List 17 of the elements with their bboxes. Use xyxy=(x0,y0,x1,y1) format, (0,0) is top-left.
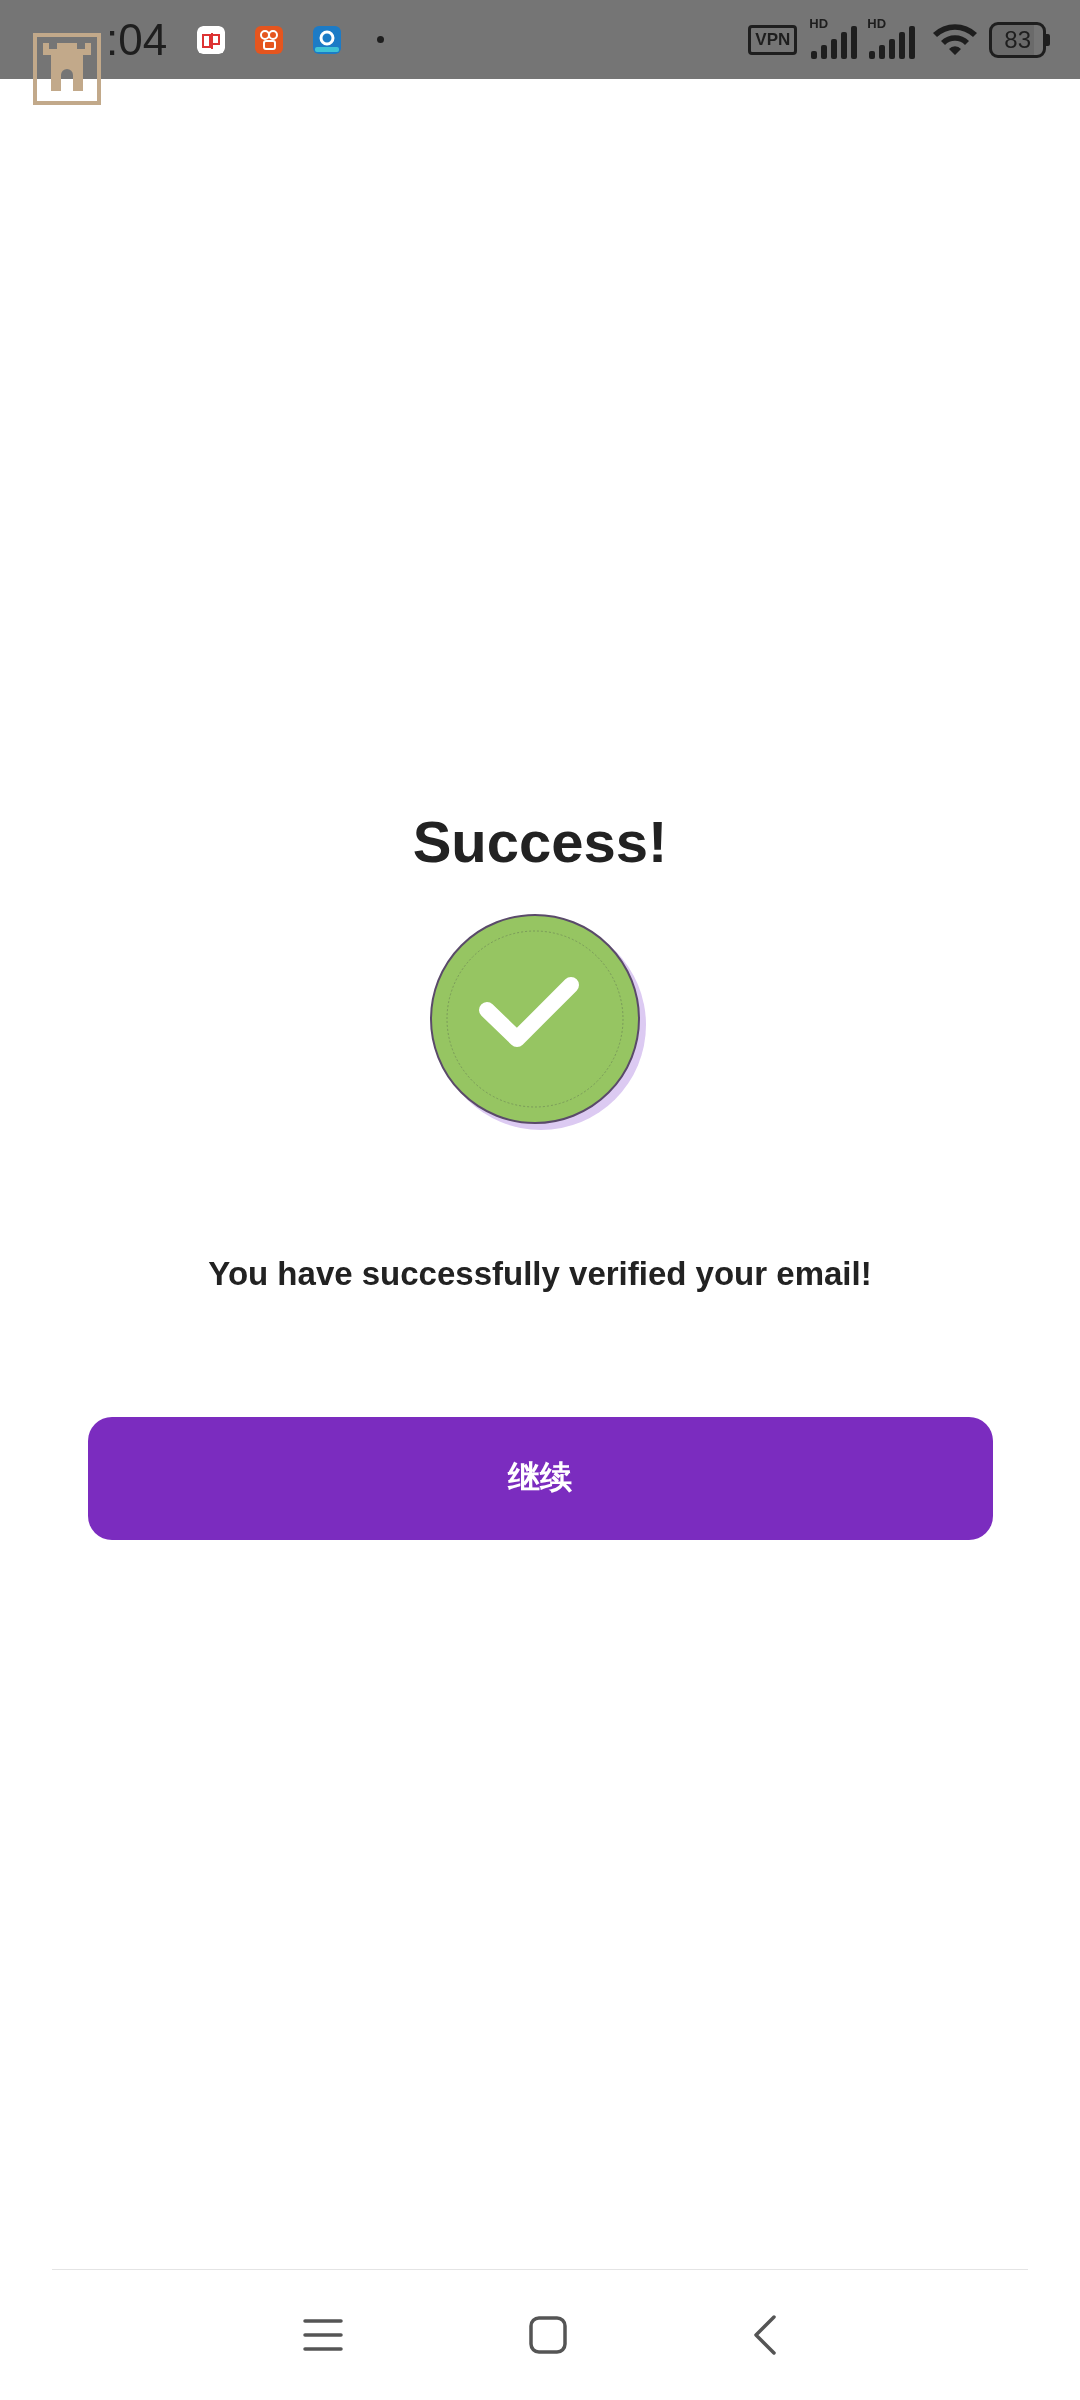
app-icon xyxy=(197,25,226,54)
notification-dot xyxy=(377,36,385,43)
signal-indicator: HD xyxy=(867,19,916,60)
continue-button[interactable]: 继续 xyxy=(87,1416,993,1540)
floating-gate-icon xyxy=(33,33,101,105)
signal-indicator: HD xyxy=(809,19,858,60)
battery-indicator: 83 xyxy=(989,21,1050,58)
back-icon[interactable] xyxy=(753,2315,777,2355)
menu-icon[interactable] xyxy=(303,2318,343,2352)
success-message: You have successfully verified your email! xyxy=(208,1254,872,1293)
wifi-icon xyxy=(931,22,980,57)
success-title: Success! xyxy=(412,808,668,876)
app-icon xyxy=(313,25,342,54)
video-app-icon xyxy=(255,25,284,54)
clock-time: :04 xyxy=(106,13,168,66)
home-icon[interactable] xyxy=(529,2316,567,2354)
vpn-indicator: VPN xyxy=(748,24,798,55)
